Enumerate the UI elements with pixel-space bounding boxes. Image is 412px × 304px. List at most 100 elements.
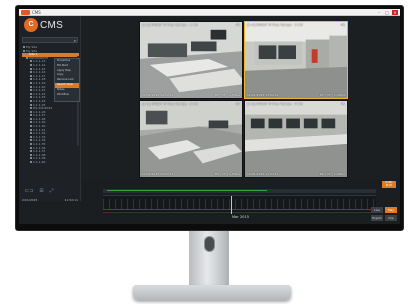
camera-icon — [30, 96, 32, 99]
camera-icon — [30, 161, 32, 163]
camera-icon — [30, 139, 32, 142]
camera-stream-info: DH | CF | 1-Mbps — [214, 172, 240, 176]
close-icon[interactable]: × — [392, 10, 398, 15]
camera-icon — [30, 143, 32, 146]
window-controls: – □ × — [376, 10, 398, 15]
live-button[interactable]: Live — [371, 207, 383, 213]
app-logo: C CMS — [24, 18, 63, 32]
camera-label: [1-6] PANSY IP Plus Tampa · 4 CH — [247, 102, 303, 106]
camera-resolution: 4K — [235, 23, 240, 27]
camera-stream-info: DH | CF | 1-Mbps — [319, 172, 345, 176]
camera-icon — [30, 99, 32, 102]
tree-item-label: 1.1.1.37 — [33, 150, 46, 154]
playhead[interactable] — [231, 196, 232, 214]
camera-stream-info: DH | CF | 1-Mbps — [319, 93, 345, 97]
layout-controls: ⊏⊐ ⊞ ⤢ — [25, 188, 54, 194]
tree-item-label: 1.1.1.26 — [33, 110, 46, 114]
camera-icon — [30, 153, 32, 156]
tree-item-label: 1.1.1.36 — [33, 146, 46, 150]
camera-icon — [30, 92, 32, 95]
monitor: CMS – □ × C CMS ⌕ My Site My Site Site 1 HI… — [15, 5, 404, 231]
minimize-icon[interactable]: – — [376, 10, 382, 15]
sync-play-badge[interactable]: SYNC PLAY — [382, 181, 396, 188]
camera-icon — [23, 46, 25, 48]
tree-item-label: 1.1.1.30 — [33, 125, 46, 129]
window-title: CMS — [32, 10, 41, 15]
tree-item-label: 1.1.1.13 — [33, 60, 46, 64]
clip-button[interactable]: Clip — [385, 215, 397, 221]
play-button[interactable]: Play — [385, 207, 397, 213]
camera-icon — [30, 78, 32, 81]
tree-item-label: 1.1.1.16 — [33, 71, 46, 75]
tree-item-label: 1.1.1.24 — [33, 99, 46, 103]
tree-item-label: 1.1.1.25 — [33, 103, 46, 107]
layout-split-icon[interactable]: ⊏⊐ — [25, 188, 33, 194]
tree-item-label: 1.1.1.35 — [33, 143, 46, 147]
camera-feed-4 — [245, 101, 347, 177]
camera-icon — [30, 67, 32, 70]
tree-item-label: 1.1.1.18 — [33, 78, 46, 82]
camera-icon — [30, 74, 32, 77]
camera-resolution: 4K — [340, 23, 345, 27]
camera-icon — [30, 125, 32, 128]
fullscreen-icon[interactable]: ⤢ — [50, 188, 54, 194]
export-button[interactable]: Export — [371, 215, 383, 221]
tree-item-label: 1.1.1.34 — [33, 139, 46, 143]
camera-icon — [30, 60, 32, 63]
camera-timestamp: 12/01/2015 11:52:11 — [142, 172, 174, 176]
search-input[interactable]: ⌕ — [22, 37, 78, 43]
tree-item-label: 1.1.1.27 — [33, 114, 46, 118]
camera-timestamp: 12/01/2015 11:52:11 — [142, 93, 174, 97]
camera-icon — [30, 85, 32, 88]
camera-tile-1[interactable]: [1-3] PANSY IP Plus Tampa · 1 CH 4K 12/0… — [139, 21, 243, 99]
tree-item-label: 1.1.1.15 — [33, 67, 46, 71]
camera-tile-2[interactable]: [1-4] PANSY IP Plus Tampa · 2 CH 4K 12/0… — [244, 21, 348, 99]
tree-item-label: 1.1.1.22 — [33, 92, 46, 96]
tree-item-label: 1.1.1.33 — [33, 135, 46, 139]
camera-icon — [30, 89, 32, 92]
camera-label: [1-3] PANSY IP Plus Tampa · 1 CH — [142, 23, 198, 27]
tree-item[interactable]: 1.1.1.40 — [22, 161, 79, 165]
search-icon[interactable]: ⌕ — [74, 38, 76, 43]
camera-tile-4[interactable]: [1-6] PANSY IP Plus Tampa · 4 CH 4K 12/0… — [244, 100, 348, 178]
timeline-date: Mar 2015 — [231, 215, 250, 219]
recording-bar — [107, 190, 267, 191]
device-panel: C CMS ⌕ My Site My Site Site 1 HIKVISION IP… — [19, 16, 81, 202]
camera-stream-info: DH | CF | 1-Mbps — [214, 93, 240, 97]
camera-icon — [30, 132, 32, 135]
camera-resolution: 4K — [235, 102, 240, 106]
tree-item-label: 1.1.1.29 — [33, 121, 46, 125]
tree-item-label: 1.1.1.40 — [33, 161, 46, 164]
camera-feed-2 — [245, 22, 347, 98]
camera-icon — [30, 110, 32, 113]
timeline-track[interactable] — [103, 195, 376, 214]
camera-icon — [30, 71, 32, 74]
logo-text: CMS — [40, 19, 64, 31]
camera-icon — [26, 56, 28, 59]
cable-hole — [204, 236, 215, 252]
tree-item-label: 1.1.1.19 — [33, 81, 46, 85]
camera-icon — [30, 150, 32, 153]
tree-item-label: 1.1.1.38 — [33, 153, 46, 157]
timeline-overview[interactable] — [103, 189, 376, 193]
tree-item-label: 1.1.1.20 — [33, 85, 46, 89]
camera-icon — [30, 121, 32, 124]
event-bar — [103, 209, 376, 210]
camera-icon — [30, 63, 32, 66]
camera-label: [1-5] PANSY IP Plus Tampa · 3 CH — [142, 102, 198, 106]
camera-icon — [30, 81, 32, 84]
timeline-buttons: Live Play Export Clip — [371, 207, 397, 221]
camera-tile-3[interactable]: [1-5] PANSY IP Plus Tampa · 3 CH 4K 12/0… — [139, 100, 243, 178]
left-panel-footer: ⊏⊐ ⊞ ⤢ 2/01/2015 11:52:11 — [19, 186, 81, 208]
title-bar: CMS – □ × — [19, 9, 400, 16]
camera-feed-3 — [140, 101, 242, 177]
tree-item-label: 1.1.1.31 — [33, 128, 46, 132]
app-window: CMS – □ × C CMS ⌕ My Site My Site Site 1 HI… — [19, 9, 400, 225]
context-menu-item[interactable]: Workflow — [55, 93, 79, 98]
logo-mark: C — [24, 18, 38, 32]
tree-item-label: 1.1.1.17 — [33, 74, 46, 78]
camera-icon — [30, 135, 32, 138]
grid-icon[interactable]: ⊞ — [39, 188, 43, 194]
maximize-icon[interactable]: □ — [384, 10, 390, 15]
tree-item-label: My Site — [26, 46, 38, 49]
